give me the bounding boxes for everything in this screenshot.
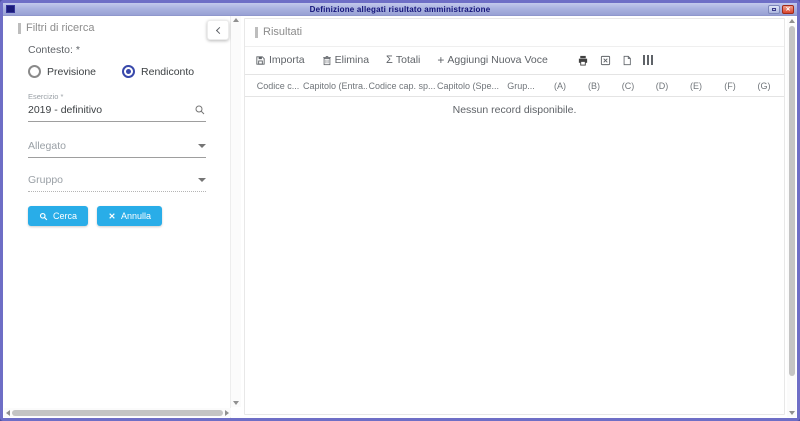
filters-panel: Filtri di ricerca Contesto: * Previsione…: [3, 16, 231, 418]
elimina-button[interactable]: Elimina: [322, 54, 369, 66]
results-panel-title: Risultati: [245, 19, 784, 46]
radio-previsione[interactable]: Previsione: [28, 65, 96, 78]
chevron-left-icon: [215, 26, 222, 33]
column-header[interactable]: (A): [543, 81, 577, 91]
collapse-panel-button[interactable]: [207, 20, 229, 40]
restore-icon: [772, 8, 776, 11]
columns-icon: [643, 55, 654, 65]
radio-rendiconto[interactable]: Rendiconto: [122, 65, 194, 78]
contesto-radio-group: Previsione Rendiconto: [28, 65, 230, 78]
radio-rendiconto-label: Rendiconto: [141, 66, 194, 78]
allegato-placeholder: Allegato: [28, 140, 198, 152]
excel-export-icon: [600, 55, 611, 66]
esercizio-label: Esercizio *: [28, 92, 206, 101]
window-content: Filtri di ricerca Contesto: * Previsione…: [3, 16, 797, 418]
window-title: Definizione allegati risultato amministr…: [3, 5, 797, 14]
left-panel-vertical-scrollbar[interactable]: [231, 16, 241, 407]
plus-icon: +: [437, 53, 444, 67]
scroll-up-arrow[interactable]: [233, 18, 239, 22]
panel-title-bar: [18, 23, 21, 34]
esercizio-value[interactable]: 2019 - definitivo: [28, 104, 194, 116]
sigma-icon: Σ: [386, 54, 393, 66]
results-grid-header: Codice c... Capitolo (Entra... Codice ca…: [245, 74, 784, 97]
aggiungi-nuova-voce-button[interactable]: + Aggiungi Nuova Voce: [437, 53, 547, 67]
pdf-file-icon: [622, 55, 632, 66]
importa-label: Importa: [269, 54, 305, 66]
column-header[interactable]: Codice cap. sp...: [367, 81, 437, 91]
restore-button[interactable]: [768, 5, 780, 14]
results-toolbar: Importa Elimina Σ Totali: [245, 47, 784, 74]
elimina-label: Elimina: [335, 54, 369, 66]
toolbar-icon-group: [577, 55, 654, 66]
scroll-down-arrow[interactable]: [789, 411, 795, 415]
gruppo-dropdown[interactable]: Gruppo: [28, 174, 206, 192]
filters-title-label: Filtri di ricerca: [26, 22, 94, 34]
totali-button[interactable]: Σ Totali: [386, 54, 420, 66]
column-header[interactable]: Codice c...: [253, 81, 303, 91]
allegato-dropdown[interactable]: Allegato: [28, 140, 206, 158]
column-header[interactable]: (C): [611, 81, 645, 91]
close-button[interactable]: ✕: [782, 5, 794, 14]
results-panel: Risultati Importa: [244, 18, 785, 415]
panel-title-bar: [255, 27, 258, 38]
column-header[interactable]: (F): [713, 81, 747, 91]
gruppo-placeholder: Gruppo: [28, 174, 198, 186]
printer-icon: [577, 55, 589, 66]
totali-label: Totali: [396, 54, 421, 66]
empty-records-message: Nessun record disponibile.: [245, 97, 784, 116]
column-chooser-button[interactable]: [643, 55, 654, 65]
filter-actions: Cerca Annulla: [28, 206, 230, 226]
scroll-left-arrow[interactable]: [6, 410, 10, 416]
column-header[interactable]: Capitolo (Spe...: [437, 81, 499, 91]
radio-rendiconto-circle[interactable]: [122, 65, 135, 78]
radio-previsione-label: Previsione: [47, 66, 96, 78]
app-window: Definizione allegati risultato amministr…: [0, 0, 800, 421]
column-header[interactable]: (G): [747, 81, 781, 91]
results-vertical-scrollbar[interactable]: [787, 17, 796, 417]
column-header[interactable]: (D): [645, 81, 679, 91]
column-header[interactable]: Grup...: [499, 81, 543, 91]
filters-panel-title: Filtri di ricerca: [18, 22, 230, 34]
results-title-label: Risultati: [263, 26, 302, 38]
esercizio-field[interactable]: Esercizio * 2019 - definitivo: [28, 92, 206, 122]
chevron-down-icon[interactable]: [198, 178, 206, 182]
search-icon: [39, 212, 48, 221]
close-icon: [108, 212, 116, 220]
cerca-label: Cerca: [53, 211, 77, 221]
scroll-right-arrow[interactable]: [225, 410, 229, 416]
export-excel-button[interactable]: [600, 55, 611, 66]
column-header[interactable]: Capitolo (Entra...: [303, 81, 367, 91]
print-button[interactable]: [577, 55, 589, 66]
annulla-label: Annulla: [121, 211, 151, 221]
radio-previsione-circle[interactable]: [28, 65, 41, 78]
scroll-down-arrow[interactable]: [233, 401, 239, 405]
titlebar: Definizione allegati risultato amministr…: [3, 3, 797, 16]
scroll-up-arrow[interactable]: [789, 19, 795, 23]
column-header[interactable]: (B): [577, 81, 611, 91]
trash-icon: [322, 55, 332, 66]
column-header[interactable]: (E): [679, 81, 713, 91]
import-icon: [255, 55, 266, 66]
importa-button[interactable]: Importa: [255, 54, 305, 66]
window-controls: ✕: [768, 5, 794, 14]
vertical-scroll-thumb[interactable]: [789, 26, 795, 376]
aggiungi-label: Aggiungi Nuova Voce: [447, 54, 547, 66]
left-panel-horizontal-scrollbar[interactable]: [4, 408, 231, 417]
chevron-down-icon[interactable]: [198, 144, 206, 148]
search-lookup-icon[interactable]: [194, 104, 206, 116]
horizontal-scroll-thumb[interactable]: [12, 410, 223, 416]
contesto-label: Contesto: *: [28, 44, 230, 56]
cerca-button[interactable]: Cerca: [28, 206, 88, 226]
export-pdf-button[interactable]: [622, 55, 632, 66]
annulla-button[interactable]: Annulla: [97, 206, 162, 226]
